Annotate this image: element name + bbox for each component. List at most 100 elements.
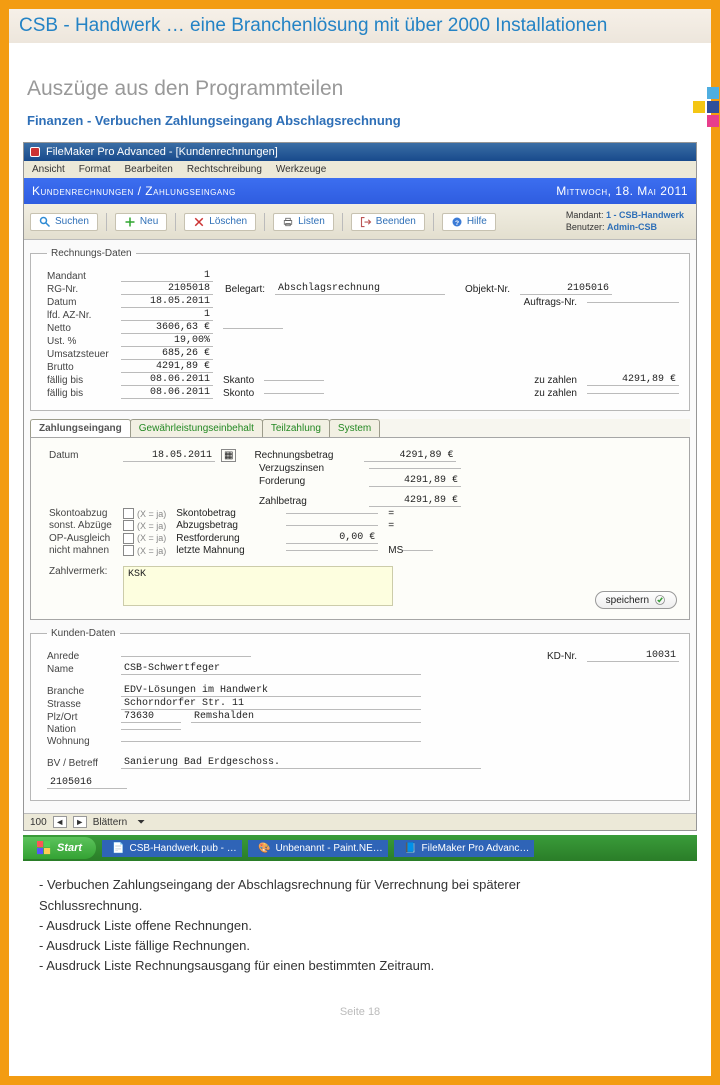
field-label: Skontoabzug (49, 508, 123, 519)
field-value: 19,00% (121, 335, 213, 347)
plus-icon (124, 216, 136, 228)
field-value (264, 380, 324, 381)
field-value: 2105018 (121, 283, 213, 295)
tab-teilzahlung[interactable]: Teilzahlung (262, 419, 330, 437)
field-value: 08.06.2011 (121, 374, 213, 386)
field-value[interactable]: 4291,89 € (369, 495, 461, 507)
field-value: 18.05.2011 (121, 296, 213, 308)
field-value (223, 328, 283, 329)
field-label: fällig bis (47, 375, 121, 386)
quit-button[interactable]: Beenden (351, 213, 425, 231)
record-count: 100 (30, 817, 47, 828)
exit-icon (360, 216, 372, 228)
section-heading: Auszüge aus den Programmteilen (27, 77, 697, 101)
tab-system[interactable]: System (329, 419, 380, 437)
field-label: Datum (49, 450, 123, 461)
field-label: sonst. Abzüge (49, 520, 123, 531)
breadcrumb-bar: Kundenrechnungen / Zahlungseingang Mittw… (24, 178, 696, 204)
taskbar-item[interactable]: 🎨Unbenannt - Paint.NE… (248, 840, 388, 857)
app-icon (30, 147, 40, 157)
field-label: BV / Betreff (47, 758, 121, 769)
printer-icon (282, 216, 294, 228)
windows-taskbar: Start 📄CSB-Handwerk.pub - … 🎨Unbenannt -… (23, 835, 697, 861)
taskbar-item[interactable]: 📘FileMaker Pro Advanc… (394, 840, 534, 857)
checkbox[interactable] (123, 520, 134, 531)
field-value: 2105016 (520, 283, 612, 295)
toolbar: Suchen Neu Löschen Listen (24, 204, 696, 240)
field-value: 685,26 € (121, 348, 213, 360)
menu-item[interactable]: Format (79, 164, 111, 175)
field-value: Abschlagsrechnung (275, 283, 445, 295)
field-label: Zahlbetrag (259, 496, 369, 507)
field-label: zu zahlen (534, 388, 577, 399)
field-label: Abzugsbetrag (176, 520, 286, 531)
question-icon: ? (451, 216, 463, 228)
menu-item[interactable]: Rechtschreibung (187, 164, 262, 175)
field-value: 1 (121, 270, 213, 282)
field-label: Netto (47, 323, 121, 334)
field-label: Skontobetrag (176, 508, 286, 519)
list-item: - Ausdruck Liste Rechnungsausgang für ei… (39, 956, 687, 976)
nav-prev-button[interactable]: ◄ (53, 816, 67, 828)
tab-zahlungseingang[interactable]: Zahlungseingang (30, 419, 131, 437)
field-value: Sanierung Bad Erdgeschoss. (121, 757, 481, 769)
menu-item[interactable]: Werkzeuge (276, 164, 326, 175)
field-value: EDV-Lösungen im Handwerk (121, 685, 421, 697)
field-label: Ust. % (47, 336, 121, 347)
field-label: Strasse (47, 699, 121, 710)
field-label: Plz/Ort (47, 712, 121, 723)
note-textarea[interactable]: KSK (123, 566, 393, 606)
content-area: Auszüge aus den Programmteilen Finanzen … (9, 43, 711, 1024)
field-value: CSB-Schwertfeger (121, 663, 421, 675)
menu-item[interactable]: Ansicht (32, 164, 65, 175)
list-button[interactable]: Listen (273, 213, 334, 231)
field-value: 4291,89 € (369, 475, 461, 487)
app-title: FileMaker Pro Advanced - [Kundenrechnung… (46, 146, 278, 158)
start-button[interactable]: Start (23, 837, 96, 859)
new-button[interactable]: Neu (115, 213, 167, 231)
field-value (403, 550, 433, 551)
nav-next-button[interactable]: ► (73, 816, 87, 828)
field-value (121, 729, 181, 730)
menu-item[interactable]: Bearbeiten (124, 164, 172, 175)
field-label: Objekt-Nr. (465, 284, 510, 295)
field-label: Umsatzsteuer (47, 349, 121, 360)
x-icon (193, 216, 205, 228)
description-list: - Verbuchen Zahlungseingang der Abschlag… (23, 861, 697, 976)
field-value (121, 656, 251, 657)
field-value: 73630 (121, 711, 181, 723)
field-label: KD-Nr. (547, 651, 577, 662)
app-menubar: Ansicht Format Bearbeiten Rechtschreibun… (24, 161, 696, 178)
field-label: Verzugszinsen (259, 463, 369, 474)
calendar-icon[interactable]: ▦ (221, 449, 236, 462)
customer-data-group: Kunden-Daten Anrede KD-Nr. 10031 NameCSB… (30, 628, 690, 801)
checkbox[interactable] (123, 545, 134, 556)
save-button[interactable]: speichern (595, 591, 677, 609)
field-label: letzte Mahnung (176, 545, 286, 556)
checkbox[interactable] (123, 533, 134, 544)
separator (433, 213, 434, 231)
field-label: Auftrags-Nr. (524, 297, 577, 308)
field-value: Remshalden (191, 711, 421, 723)
delete-button[interactable]: Löschen (184, 213, 256, 231)
search-button[interactable]: Suchen (30, 213, 98, 231)
magnifier-icon (39, 216, 51, 228)
field-label: Branche (47, 686, 121, 697)
date-field[interactable]: 18.05.2011 (123, 450, 215, 462)
separator (264, 213, 265, 231)
taskbar-item[interactable]: 📄CSB-Handwerk.pub - … (102, 840, 242, 857)
field-value: 3606,63 € (121, 322, 213, 334)
tab-gewaehrleistung[interactable]: Gewährleistungseinbehalt (130, 419, 263, 437)
help-button[interactable]: ? Hilfe (442, 213, 496, 231)
app-titlebar: FileMaker Pro Advanced - [Kundenrechnung… (24, 143, 696, 161)
field-label: Nation (47, 724, 121, 735)
field-value (286, 550, 378, 551)
field-value (587, 302, 679, 303)
field-value (121, 741, 421, 742)
field-label: Zahlvermerk: (49, 566, 123, 577)
checkbox[interactable] (123, 508, 134, 519)
field-label: Wohnung (47, 736, 121, 747)
field-label: Restforderung (176, 533, 286, 544)
field-label: Mandant (47, 271, 121, 282)
windows-logo-icon (37, 841, 51, 855)
